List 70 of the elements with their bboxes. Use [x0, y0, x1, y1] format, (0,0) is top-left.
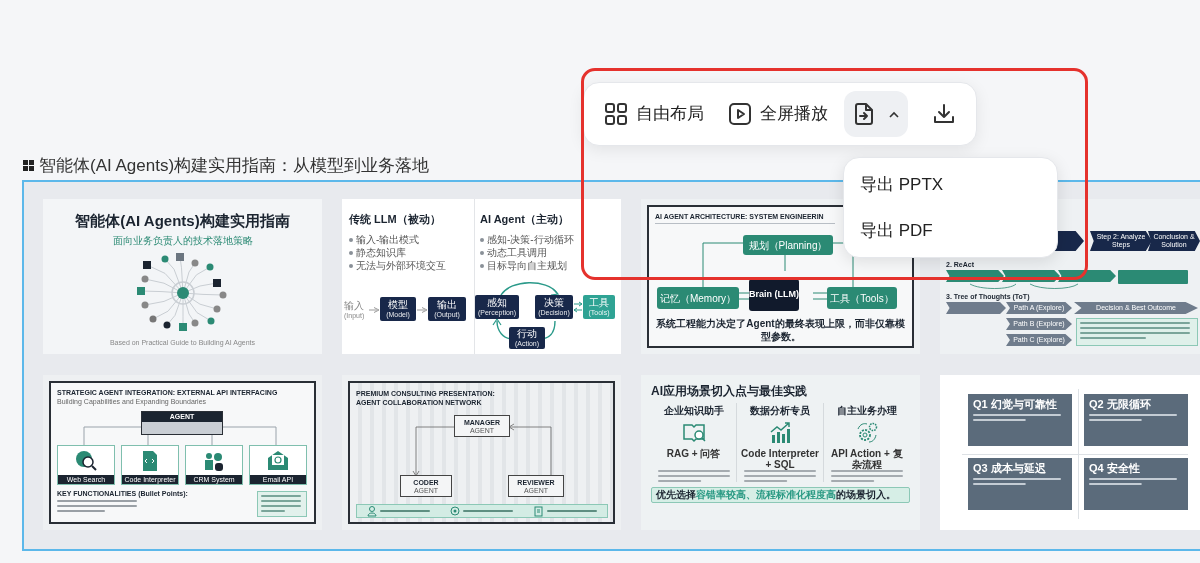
bullet-text: 动态工具调用	[487, 246, 547, 259]
slide-subtitle: 面向业务负责人的技术落地策略	[112, 233, 253, 248]
bullet-text: 输入-输出模式	[356, 233, 420, 246]
slide-title: 智能体(AI Agents)构建实用指南	[75, 212, 290, 231]
bullet-text: 无法与外部环境交互	[356, 259, 446, 272]
node-label: 模型	[388, 300, 408, 310]
arrow-icon	[369, 307, 379, 313]
bar-chart-icon	[768, 421, 792, 445]
memory-node: 记忆（Memory）	[657, 287, 739, 309]
bullet-icon	[480, 250, 484, 255]
text-lines-drawing	[546, 510, 597, 512]
caret-icon	[888, 110, 900, 118]
document-icon	[533, 505, 544, 517]
slide-footer: 系统工程能力决定了Agent的最终表现上限，而非仅靠模型参数。	[653, 318, 908, 343]
react-chevron	[1058, 270, 1116, 282]
card-title: Q2 无限循环	[1089, 399, 1152, 410]
globe-search-icon	[74, 449, 98, 473]
two-way-arrow-icon	[574, 301, 582, 313]
column-heading: AI Agent（主动）	[480, 212, 570, 227]
play-icon	[728, 102, 752, 126]
card-title: Q1 幻觉与可靠性	[973, 399, 1058, 410]
cycle-note	[1118, 270, 1188, 284]
envelope-icon	[266, 449, 290, 473]
callout-text: 优先选择容错率较高、流程标准化程度高的场景切入。	[651, 487, 910, 503]
column-heading: 企业知识助手	[663, 404, 724, 418]
column-heading: 自主业务办理	[836, 404, 897, 418]
column-subtitle: RAG + 问答	[666, 448, 721, 461]
arrow-icon	[417, 307, 427, 313]
slide-title: AI应用场景切入点与最佳实践	[651, 383, 808, 400]
tools-node: 工具（Tools）	[827, 287, 897, 309]
brain-node: Brain (LLM)	[749, 279, 799, 311]
book-search-icon	[681, 421, 706, 445]
node-label: 决策	[544, 298, 564, 308]
export-button[interactable]	[844, 91, 908, 137]
text-lines-drawing	[463, 510, 514, 512]
node-label: 感知	[487, 298, 507, 308]
bullet-text: 感知-决策-行动循环	[487, 233, 574, 246]
text-lines-drawing	[261, 495, 301, 512]
node-label: 工具	[589, 298, 609, 308]
download-icon	[932, 102, 956, 126]
bullet-text: 目标导向自主规划	[487, 259, 567, 272]
node-label: 行动	[517, 329, 537, 339]
bullet-icon	[349, 237, 353, 242]
text-lines-drawing	[380, 510, 431, 512]
person-icon	[367, 505, 378, 517]
column-heading: 传统 LLM（被动）	[349, 212, 442, 227]
bullet-icon	[480, 263, 484, 268]
bullet-icon	[349, 263, 353, 268]
column-subtitle: Code Interpreter + SQL	[740, 448, 820, 470]
play-button[interactable]: 全屏播放	[720, 91, 836, 137]
slide-thumbnail[interactable]: Q1 幻觉与可靠性 Q2 无限循环 Q3 成本与延迟 Q4 安全性	[940, 375, 1200, 530]
bullet-icon	[349, 250, 353, 255]
layout-button[interactable]: 自由布局	[596, 91, 712, 137]
card-title: Q3 成本与延迟	[973, 463, 1047, 474]
slide-thumbnail[interactable]: AI应用场景切入点与最佳实践 企业知识助手 RAG + 问答 数据分析专员 Code Interpreter + SQL 自主业务办理 API Action + 复杂流程 优先选择容错率较高、流程标准化程度高的场景切入。	[641, 375, 920, 530]
column-heading: 数据分析专员	[750, 404, 810, 418]
column-subtitle: API Action + 复杂流程	[830, 448, 904, 470]
node-label: 输出	[437, 300, 457, 310]
deck-title: 智能体(AI Agents)构建实用指南：从模型到业务落地	[39, 157, 430, 174]
root-chevron	[946, 302, 1006, 314]
text-lines-drawing	[744, 470, 816, 482]
node-label: 输入	[344, 301, 365, 311]
card-title: Q4 安全性	[1089, 463, 1141, 474]
export-icon	[852, 102, 876, 126]
deck-icon	[23, 160, 34, 171]
grid-icon	[604, 102, 628, 126]
bullet-icon	[480, 237, 484, 242]
cog-icon	[450, 505, 461, 517]
bullet-text: 静态知识库	[356, 246, 406, 259]
planning-node: 规划（Planning）	[743, 235, 833, 255]
